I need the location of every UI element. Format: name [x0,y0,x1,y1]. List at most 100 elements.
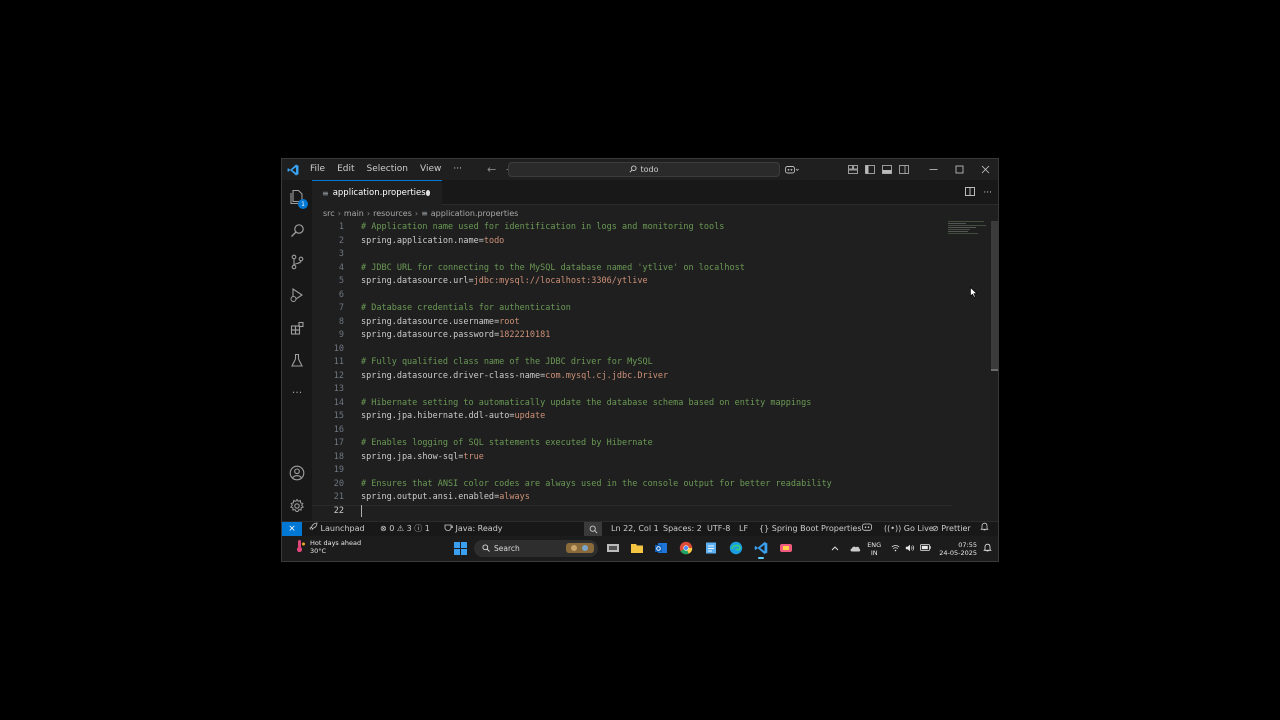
customize-layout-icon[interactable] [844,159,861,180]
code-line[interactable]: # Fully qualified class name of the JDBC… [361,356,981,370]
breadcrumb-file[interactable]: application.properties [431,209,519,218]
search-icon[interactable] [282,215,312,245]
command-center-search[interactable]: todo [508,162,780,177]
onedrive-cloud-icon[interactable] [849,544,861,554]
minimap[interactable] [948,221,990,241]
menu-edit[interactable]: Edit [331,159,360,180]
remote-connection-icon[interactable]: ⨯ [282,522,302,536]
tab-application-properties[interactable]: ≡ application.properties [312,180,442,205]
cursor-position[interactable]: Ln 22, Col 1 [611,522,659,536]
run-debug-icon[interactable] [282,280,312,310]
weather-widget[interactable]: Hot days ahead 30°C [294,539,361,555]
language-mode[interactable]: {} Spring Boot Properties [759,522,861,536]
menu-selection[interactable]: Selection [361,159,414,180]
code-line[interactable]: spring.datasource.password=1822210181 [361,329,981,343]
code-line[interactable]: spring.jpa.hibernate.ddl-auto=update [361,410,981,424]
toggle-primary-sidebar-icon[interactable] [861,159,878,180]
taskbar-clock[interactable]: 07:55 24-05-2025 [939,541,977,557]
toggle-panel-icon[interactable] [878,159,895,180]
back-arrow-icon[interactable]: ← [482,163,501,176]
code-line[interactable]: spring.application.name=todo [361,235,981,249]
code-line[interactable] [361,383,981,397]
account-icon[interactable] [282,458,312,488]
indentation-setting[interactable]: Spaces: 2 [663,522,702,536]
file-explorer-icon[interactable] [630,541,644,555]
go-live-button[interactable]: ((•)) Go Live [884,522,934,536]
code-line[interactable] [361,464,981,478]
source-control-icon[interactable] [282,247,312,277]
code-comment: # JDBC URL for connecting to the MySQL d… [361,262,745,273]
colorful-app-icon[interactable] [779,541,793,555]
eol-setting[interactable]: LF [739,522,748,536]
minimize-icon[interactable] [920,159,946,180]
line-number: 18 [333,451,344,462]
breadcrumb-main[interactable]: main [344,209,364,218]
wifi-icon[interactable] [891,544,900,554]
toggle-secondary-sidebar-icon[interactable] [895,159,912,180]
volume-icon[interactable] [905,544,915,554]
menu-view[interactable]: View [414,159,447,180]
copilot-icon[interactable] [780,159,804,180]
copilot-status-icon[interactable] [862,522,872,536]
split-editor-icon[interactable] [965,186,976,199]
more-actions-icon[interactable]: ··· [983,188,992,198]
chevron-up-icon[interactable] [831,545,839,553]
unsaved-dot-icon[interactable] [425,190,430,196]
breadcrumb: src › main › resources › ≡ application.p… [323,207,518,219]
code-editor[interactable]: 1 2 3 4 5 6 7 8 9 10 11 12 13 14 15 16 17 18 19 20 21 22 # Ap… [312,221,990,517]
problems-status[interactable]: ⊗ 0 ⚠ 3 ⓘ 1 [380,522,430,536]
edge-icon[interactable] [729,541,743,555]
notifications-bell-icon[interactable] [980,522,989,536]
explorer-icon[interactable]: 1 [282,182,312,212]
code-line[interactable]: spring.output.ansi.enabled=always [361,491,981,505]
code-line[interactable]: # Hibernate setting to automatically upd… [361,397,981,411]
windows-start-icon[interactable] [454,542,467,557]
search-icon [629,164,638,175]
extensions-icon[interactable] [282,313,312,343]
menu-file[interactable]: File [304,159,331,180]
java-status[interactable]: Java: Ready [444,522,503,536]
chrome-icon[interactable] [679,541,693,555]
code-line[interactable]: # Ensures that ANSI color codes are alwa… [361,478,981,492]
code-line[interactable]: # Database credentials for authenticatio… [361,302,981,316]
maximize-icon[interactable] [946,159,972,180]
outlook-icon[interactable] [654,541,668,555]
code-line[interactable]: spring.jpa.show-sql=true [361,451,981,465]
code-line[interactable] [361,343,981,357]
code-lines[interactable]: # Application name used for identificati… [361,221,981,517]
vertical-scrollbar[interactable] [991,221,998,371]
code-line[interactable] [361,505,981,518]
launchpad-status[interactable]: Launchpad [309,522,365,536]
manage-gear-icon[interactable] [282,491,312,521]
code-line[interactable]: spring.datasource.driver-class-name=com.… [361,370,981,384]
breadcrumb-src[interactable]: src [323,209,335,218]
editor-tab-bar: ≡ application.properties ··· [312,180,998,205]
notepad-icon[interactable] [704,541,718,555]
property-key: spring.output.ansi.enabled [361,492,495,502]
code-line[interactable] [361,248,981,262]
vscode-taskbar-icon[interactable] [754,541,768,559]
breadcrumb-resources[interactable]: resources [373,209,412,218]
notification-center-icon[interactable] [983,543,992,554]
braces-icon: {} [759,524,770,533]
code-line[interactable]: spring.datasource.username=root [361,316,981,330]
code-line[interactable] [361,289,981,303]
code-line[interactable] [361,424,981,438]
input-language[interactable]: ENG IN [867,541,881,557]
more-views-icon[interactable]: ··· [282,377,312,407]
testing-icon[interactable] [282,345,312,375]
code-line[interactable]: spring.datasource.url=jdbc:mysql://local… [361,275,981,289]
prettier-status[interactable]: ⊘ Prettier [932,522,971,536]
code-line[interactable]: # JDBC URL for connecting to the MySQL d… [361,262,981,276]
taskbar-search[interactable]: Search [474,540,598,557]
code-comment: # Ensures that ANSI color codes are alwa… [361,478,832,489]
encoding-setting[interactable]: UTF-8 [707,522,730,536]
battery-icon[interactable] [920,544,932,553]
task-view-icon[interactable] [606,541,620,555]
close-icon[interactable] [972,159,998,180]
code-line[interactable]: # Enables logging of SQL statements exec… [361,437,981,451]
code-comment: # Enables logging of SQL statements exec… [361,438,653,448]
zoom-search-icon[interactable] [584,522,602,536]
menu-more[interactable]: ··· [447,159,468,180]
code-line[interactable]: # Application name used for identificati… [361,221,981,235]
